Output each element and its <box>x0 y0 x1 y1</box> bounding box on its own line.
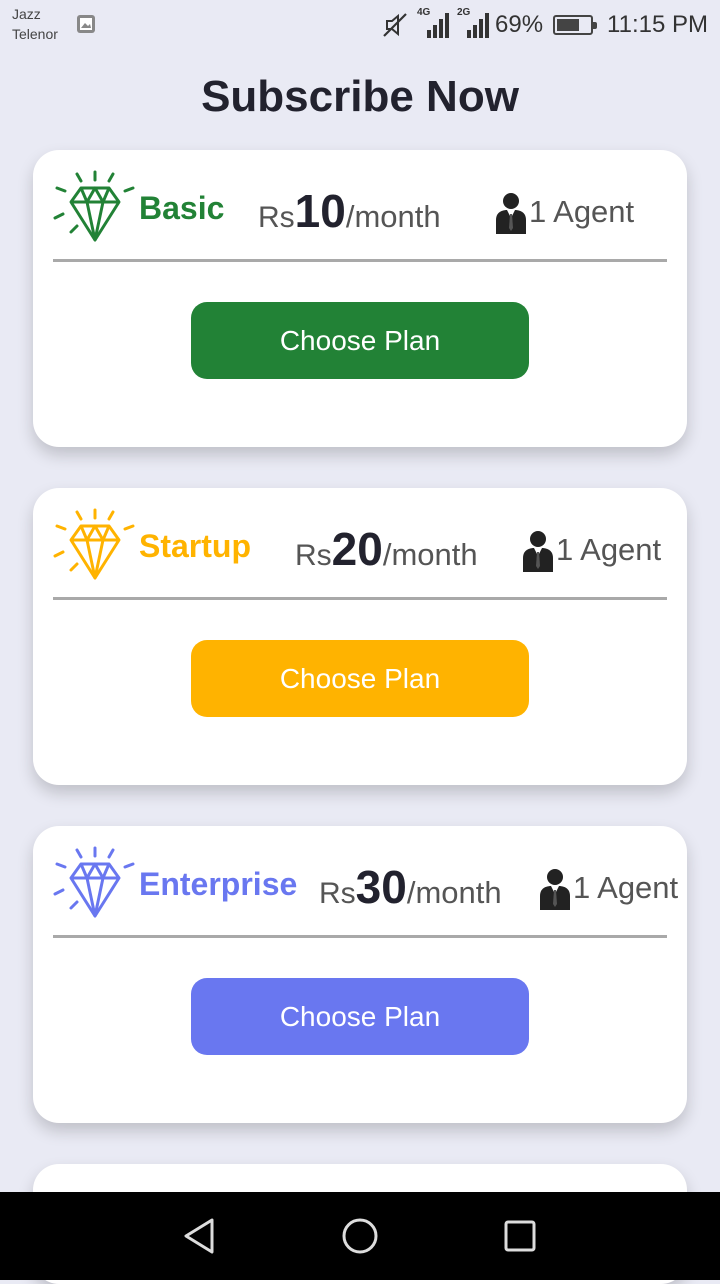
choose-plan-button-enterprise[interactable]: Choose Plan <box>191 978 529 1055</box>
carrier-line-1: Jazz <box>12 6 41 22</box>
plan-price: Rs10/month <box>258 184 441 238</box>
divider <box>53 935 667 938</box>
price-amount: 10 <box>294 185 346 237</box>
agent-count: 1 Agent <box>529 194 635 229</box>
plan-card-startup: Startup Rs20/month 1 Agent Choose Plan <box>33 488 687 785</box>
agent-icon <box>496 193 526 234</box>
divider <box>53 597 667 600</box>
carrier-line-2: Telenor <box>12 26 58 42</box>
system-nav-bar <box>0 1192 720 1280</box>
divider <box>53 259 667 262</box>
plan-agents: 1 Agent <box>520 528 661 572</box>
price-period: /month <box>382 537 478 572</box>
carrier-label: Jazz Telenor <box>12 4 58 44</box>
plan-name: Enterprise <box>139 866 298 902</box>
home-icon[interactable] <box>338 1214 382 1258</box>
signal-2g-icon: 2G <box>455 7 489 40</box>
price-period: /month <box>406 875 502 910</box>
agent-count: 1 Agent <box>573 870 679 905</box>
price-currency: Rs <box>258 201 295 234</box>
plan-price: Rs30/month <box>319 860 502 914</box>
choose-plan-button-basic[interactable]: Choose Plan <box>191 302 529 379</box>
plan-name: Basic <box>139 190 225 226</box>
choose-plan-button-startup[interactable]: Choose Plan <box>191 640 529 717</box>
plan-card-basic: Basic Rs10/month 1 Agent Choose Plan <box>33 150 687 447</box>
back-icon[interactable] <box>178 1214 222 1258</box>
recents-icon[interactable] <box>498 1214 542 1258</box>
diamond-icon <box>53 170 135 242</box>
plan-agents: 1 Agent <box>493 190 634 234</box>
price-currency: Rs <box>295 539 332 572</box>
clock: 11:15 PM <box>607 11 708 38</box>
plan-name: Startup <box>139 528 251 564</box>
price-period: /month <box>345 199 441 234</box>
gallery-icon <box>77 15 95 33</box>
agent-icon <box>523 531 553 572</box>
signal-4g-icon: 4G <box>415 7 449 40</box>
status-icons: 4G 2G 69% 11:15 PM <box>381 7 708 42</box>
price-currency: Rs <box>319 877 356 910</box>
diamond-icon <box>53 846 135 918</box>
mute-icon <box>383 13 407 37</box>
agent-icon <box>540 869 570 910</box>
plan-price: Rs20/month <box>295 522 478 576</box>
plan-card-enterprise: Enterprise Rs30/month 1 Agent Choose Pla… <box>33 826 687 1123</box>
diamond-icon <box>53 508 135 580</box>
page-title: Subscribe Now <box>201 72 519 121</box>
price-amount: 30 <box>355 861 407 913</box>
battery-icon <box>553 15 598 35</box>
status-bar: Jazz Telenor 4G 2G 69% 11:15 PM <box>0 0 720 52</box>
battery-percent: 69% <box>495 11 544 38</box>
plan-agents: 1 Agent <box>537 866 678 910</box>
price-amount: 20 <box>331 523 383 575</box>
agent-count: 1 Agent <box>556 532 662 567</box>
